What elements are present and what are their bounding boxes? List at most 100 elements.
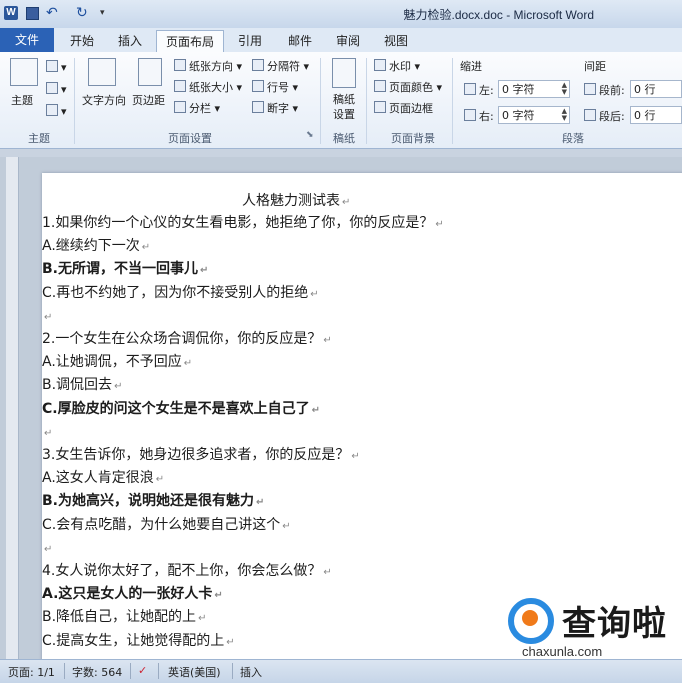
document-line: A.这只是女人的一张好人卡 ↵ [42,584,223,606]
paragraph-mark-icon: ↵ [323,335,332,346]
document-page[interactable]: 人格魅力测试表 ↵ 1.如果你约一个心仪的女生看电影，她拒绝了你，你的反应是？ ↵ A… [42,173,682,659]
paragraph-mark-icon: ↵ [311,404,320,416]
proofing-icon[interactable]: ✓ [138,664,147,677]
paragraph-mark-icon: ↵ [323,567,332,578]
status-word-count[interactable]: 字数: 564 [72,664,122,680]
vertical-ruler[interactable] [6,157,19,659]
group-label-paragraph: 段落 [562,132,584,145]
document-line: C.会有点吃醋，为什么她要自己讲这个 ↵ [42,515,291,537]
status-separator [232,663,233,679]
line-text: 1.如果你约一个心仪的女生看电影，她拒绝了你，你的反应是？ [42,215,434,231]
status-language[interactable]: 英语(美国) [168,664,221,680]
paragraph-mark-icon: ↵ [141,242,151,254]
line-numbers-button[interactable]: 行号 ▾ [252,79,298,95]
status-separator [158,663,159,679]
theme-effects-icon[interactable]: ▾ [46,104,67,118]
page-color-button[interactable]: 页面颜色 ▾ [374,79,442,95]
ribbon-panel: 主题 ▾ ▾ ▾ 主题 文字方向 页边距 纸张方向 ▾ 纸张大小 ▾ 分栏 ▾ … [0,52,682,149]
status-insert-mode[interactable]: 插入 [240,664,262,680]
undo-icon[interactable]: ↶ [46,6,60,20]
customize-quick-access-icon[interactable]: ▾ [100,6,114,20]
page-border-button[interactable]: 页面边框 [374,100,433,116]
tab-page-layout[interactable]: 页面布局 [156,30,224,54]
empty-paragraph: ↵ [42,538,52,560]
hyphenation-button[interactable]: 断字 ▾ [252,100,298,116]
theme-button[interactable]: 主题 [11,92,33,108]
document-line: C.厚脸皮的问这个女生是不是喜欢上自己了 ↵ [42,399,320,421]
group-label-page-setup: 页面设置 [168,132,212,145]
text-direction-icon[interactable] [88,58,116,86]
paper-settings-button[interactable]: 稿纸设置 [331,92,357,122]
line-text: A.这女人肯定很浪 [42,470,154,487]
paragraph-mark-icon: ↵ [155,474,165,486]
columns-button[interactable]: 分栏 ▾ [174,100,220,116]
indent-left-input[interactable]: 0 字符 ▲ ▼ [498,80,570,98]
theme-icon[interactable] [10,58,38,86]
title-bar: W ↶ ↻ ▾ 魅力检验.docx.doc - Microsoft Word [0,0,682,28]
save-icon[interactable] [26,7,39,20]
orientation-button[interactable]: 纸张方向 ▾ [174,58,242,74]
theme-colors-icon[interactable]: ▾ [46,60,67,74]
spacing-label: 间距 [584,60,606,73]
word-app-icon[interactable]: W [4,6,18,20]
tab-home[interactable]: 开始 [62,30,102,52]
group-label-theme: 主题 [28,132,50,145]
status-separator [130,663,131,679]
line-text: A.这只是女人的一张好人卡 [42,586,213,603]
paragraph-mark-icon: ↵ [44,427,53,439]
paragraph-mark-icon: ↵ [200,265,209,277]
tab-file[interactable]: 文件 [0,28,54,52]
watermark-url: chaxunla.com [522,644,603,659]
line-text: B.为她高兴，说明她还是很有魅力 [42,493,254,510]
line-text: B.降低自己，让她配的上 [42,609,197,626]
spacing-before-input[interactable]: 0 行 [630,80,682,98]
size-button[interactable]: 纸张大小 ▾ [174,79,242,95]
paragraph-mark-icon: ↵ [198,613,207,625]
margins-icon[interactable] [138,58,162,86]
margins-button[interactable]: 页边距 [132,92,165,108]
line-text: C.厚脸皮的问这个女生是不是喜欢上自己了 [42,400,310,417]
redo-icon[interactable]: ↻ [76,6,90,20]
page-setup-launcher-icon[interactable]: ⬊ [306,130,314,140]
status-separator [64,663,65,679]
group-separator [452,58,453,144]
paragraph-mark-icon: ↵ [256,497,265,509]
document-line: 2.一个女生在公众场合调侃你，你的反应是？ ↵ [42,329,332,351]
indent-right-label: 右: [464,108,494,124]
breaks-button[interactable]: 分隔符 ▾ [252,58,309,74]
status-page[interactable]: 页面: 1/1 [8,664,55,680]
indent-right-input[interactable]: 0 字符 ▲ ▼ [498,106,570,124]
tab-references[interactable]: 引用 [230,30,270,52]
paragraph-mark-icon: ↵ [183,358,193,370]
line-text: C.提高女生，让她觉得配的上 [42,632,225,649]
tab-mailings[interactable]: 邮件 [280,30,320,52]
paragraph-mark-icon: ↵ [435,219,444,230]
group-separator [74,58,75,144]
empty-paragraph: ↵ [42,306,52,328]
group-label-page-background: 页面背景 [391,132,435,145]
ruler-row [0,149,682,157]
theme-fonts-icon[interactable]: ▾ [46,82,67,96]
tab-review[interactable]: 审阅 [328,30,368,52]
paragraph-mark-icon: ↵ [351,451,360,462]
indent-label: 缩进 [460,60,482,73]
ribbon-tabs: 文件 开始 插入 页面布局 引用 邮件 审阅 视图 [0,28,682,54]
document-line: A.让她调侃，不予回应 ↵ [42,352,192,374]
document-line: B.调侃回去 ↵ [42,375,122,397]
paragraph-mark-icon: ↵ [214,590,223,602]
text-direction-button[interactable]: 文字方向 [82,92,126,108]
tab-insert[interactable]: 插入 [110,30,150,52]
logo-dot-icon [522,610,538,626]
line-text: 2.一个女生在公众场合调侃你，你的反应是？ [42,331,322,347]
watermark-button[interactable]: 水印 ▾ [374,58,420,74]
document-line: C.提高女生，让她觉得配的上 ↵ [42,631,235,653]
paragraph-mark-icon: ↵ [310,288,319,300]
paragraph-mark-icon: ↵ [226,636,235,648]
spacing-after-input[interactable]: 0 行 [630,106,682,124]
line-text: C.再也不约她了，因为你不接受别人的拒绝 [42,284,309,301]
group-separator [366,58,367,144]
group-separator [320,58,321,144]
tab-view[interactable]: 视图 [376,30,416,52]
line-text: A.让她调侃，不予回应 [42,354,182,371]
paper-settings-icon[interactable] [332,58,356,88]
